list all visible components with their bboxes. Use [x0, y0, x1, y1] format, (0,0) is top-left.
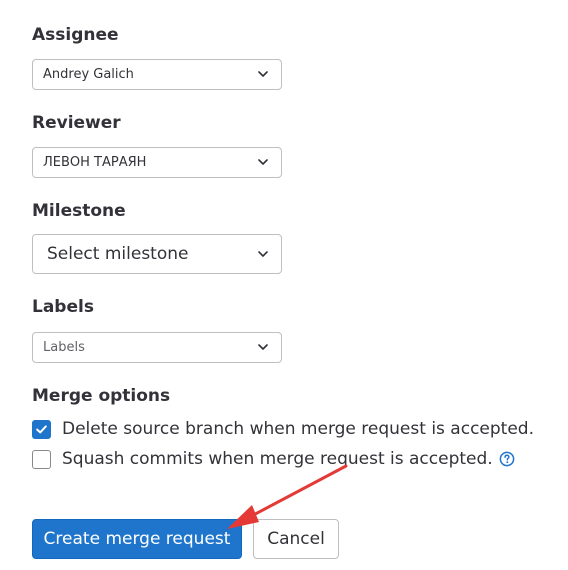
- labels-value: Labels: [43, 340, 85, 355]
- question-circle-icon[interactable]: [499, 451, 515, 467]
- labels-dropdown[interactable]: Labels: [32, 332, 282, 363]
- chevron-down-icon: [257, 69, 269, 81]
- delete-source-branch-option: Delete source branch when merge request …: [32, 419, 534, 439]
- delete-source-branch-checkbox[interactable]: [32, 419, 51, 439]
- chevron-down-icon: [257, 342, 269, 354]
- assignee-label: Assignee: [32, 25, 119, 45]
- reviewer-label: Reviewer: [32, 113, 121, 133]
- cancel-button[interactable]: Cancel: [253, 519, 339, 559]
- milestone-value: Select milestone: [47, 244, 189, 264]
- assignee-value: Andrey Galich: [43, 67, 134, 82]
- milestone-dropdown[interactable]: Select milestone: [32, 234, 282, 274]
- chevron-down-icon: [257, 248, 269, 260]
- delete-source-branch-text: Delete source branch when merge request …: [62, 419, 534, 439]
- merge-request-sidebar-form: Assignee Andrey Galich Reviewer ЛЕВОН ТА…: [0, 0, 568, 570]
- check-icon: [36, 424, 47, 433]
- squash-commits-option: Squash commits when merge request is acc…: [32, 449, 515, 469]
- chevron-down-icon: [257, 157, 269, 169]
- milestone-label: Milestone: [32, 201, 126, 221]
- squash-commits-checkbox[interactable]: [32, 449, 51, 469]
- assignee-dropdown[interactable]: Andrey Galich: [32, 59, 282, 90]
- reviewer-dropdown[interactable]: ЛЕВОН ТАРАЯН: [32, 147, 282, 178]
- squash-commits-text: Squash commits when merge request is acc…: [62, 449, 493, 469]
- labels-label: Labels: [32, 297, 94, 317]
- merge-options-label: Merge options: [32, 386, 171, 406]
- create-merge-request-button[interactable]: Create merge request: [32, 519, 242, 559]
- reviewer-value: ЛЕВОН ТАРАЯН: [43, 155, 147, 170]
